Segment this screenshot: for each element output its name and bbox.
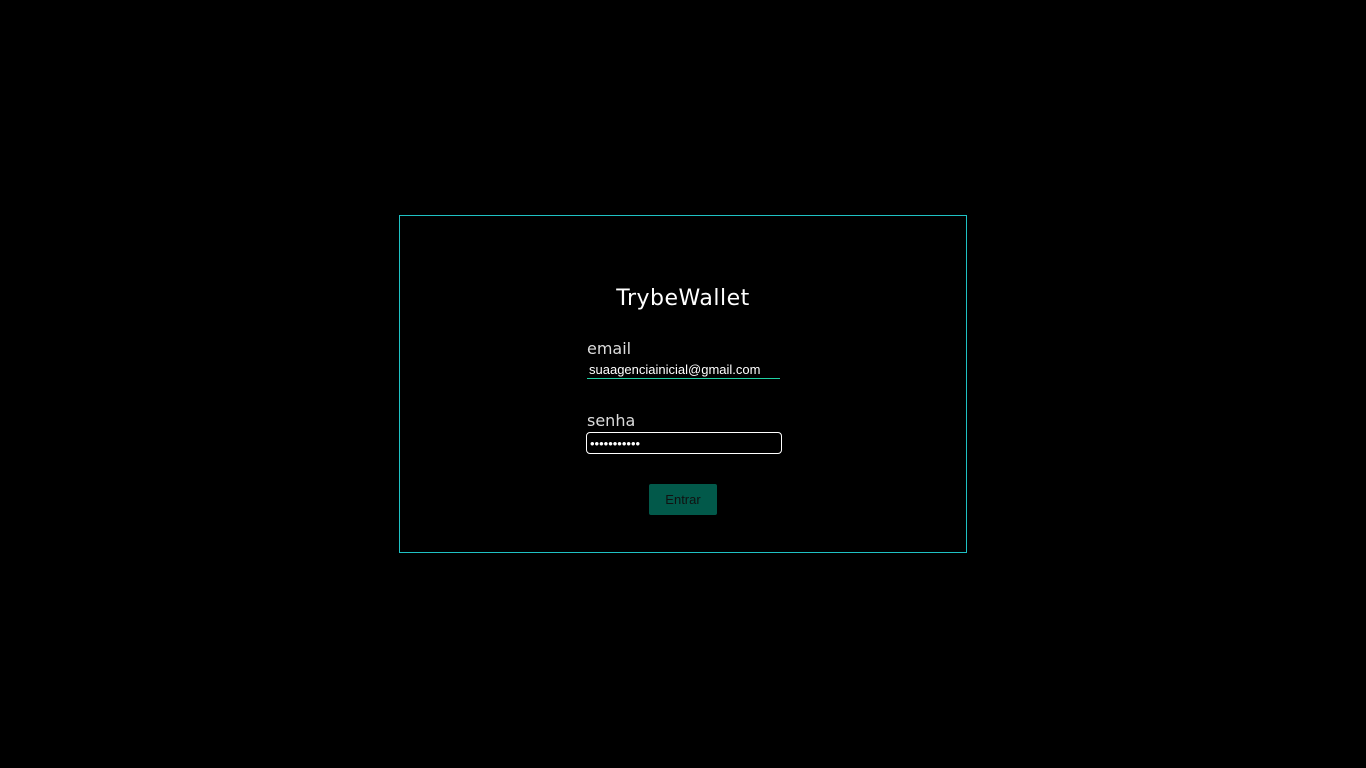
password-label: senha	[587, 411, 636, 430]
login-button[interactable]: Entrar	[649, 484, 717, 515]
app-title: TrybeWallet	[616, 286, 750, 311]
email-field[interactable]	[587, 361, 780, 379]
password-field[interactable]	[586, 432, 782, 454]
login-card: TrybeWallet email senha Entrar	[399, 215, 967, 553]
email-label: email	[587, 339, 632, 358]
